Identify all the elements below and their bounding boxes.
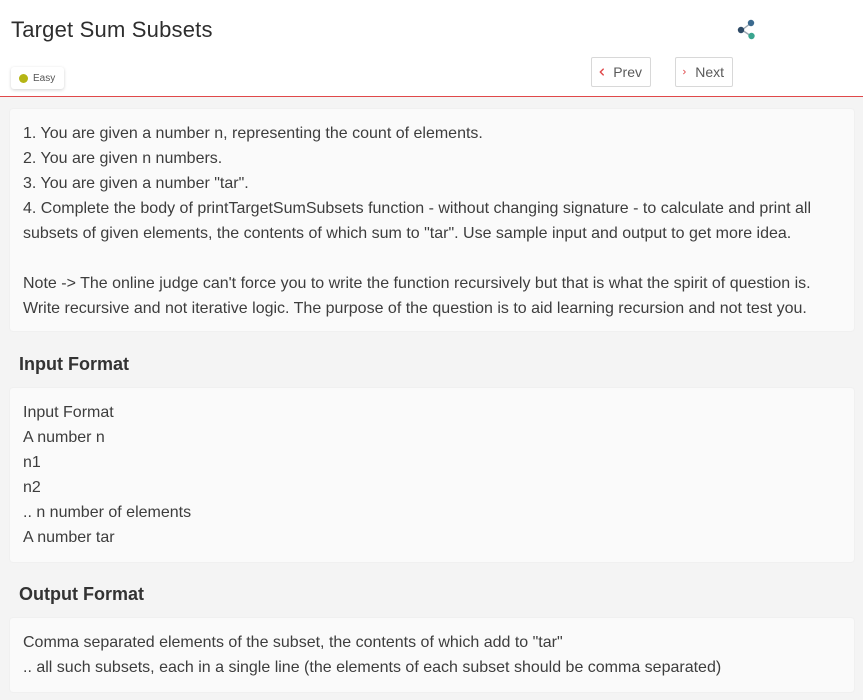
chevron-left-icon xyxy=(599,68,604,76)
chevron-right-icon xyxy=(683,69,686,75)
difficulty-badge: Easy xyxy=(11,67,65,89)
output-format-line: Comma separated elements of the subset, … xyxy=(23,634,563,651)
input-format-line: A number tar xyxy=(23,529,115,546)
description-note: Note -> The online judge can't force you… xyxy=(23,275,811,317)
next-label: Next xyxy=(695,64,724,80)
output-format-heading: Output Format xyxy=(19,584,144,604)
input-format-line: .. n number of elements xyxy=(23,504,192,521)
description-line: 2. You are given n numbers. xyxy=(23,150,223,167)
input-format-line: n2 xyxy=(23,479,41,496)
prev-label: Prev xyxy=(613,64,642,80)
difficulty-dot-icon xyxy=(19,73,28,83)
prev-button[interactable]: Prev xyxy=(591,57,651,87)
problem-description: 1. You are given a number n, representin… xyxy=(10,109,854,331)
input-format-line: n1 xyxy=(23,454,41,471)
input-format-card: Input Format A number n n1 n2 .. n numbe… xyxy=(10,388,854,562)
page-title: Target Sum Subsets xyxy=(11,17,213,42)
description-line: 3. You are given a number "tar". xyxy=(23,175,249,192)
description-line: 1. You are given a number n, representin… xyxy=(23,125,483,142)
output-format-line: .. all such subsets, each in a single li… xyxy=(23,659,722,676)
input-format-heading: Input Format xyxy=(19,354,129,374)
input-format-line: A number n xyxy=(23,429,105,446)
share-icon[interactable] xyxy=(736,18,758,40)
output-format-card: Comma separated elements of the subset, … xyxy=(10,618,854,692)
input-format-line: Input Format xyxy=(23,404,114,421)
difficulty-label: Easy xyxy=(33,72,56,84)
description-line: 4. Complete the body of printTargetSumSu… xyxy=(23,200,812,242)
problem-header: Target Sum Subsets Easy Prev Next xyxy=(0,0,863,97)
next-button[interactable]: Next xyxy=(675,57,733,87)
